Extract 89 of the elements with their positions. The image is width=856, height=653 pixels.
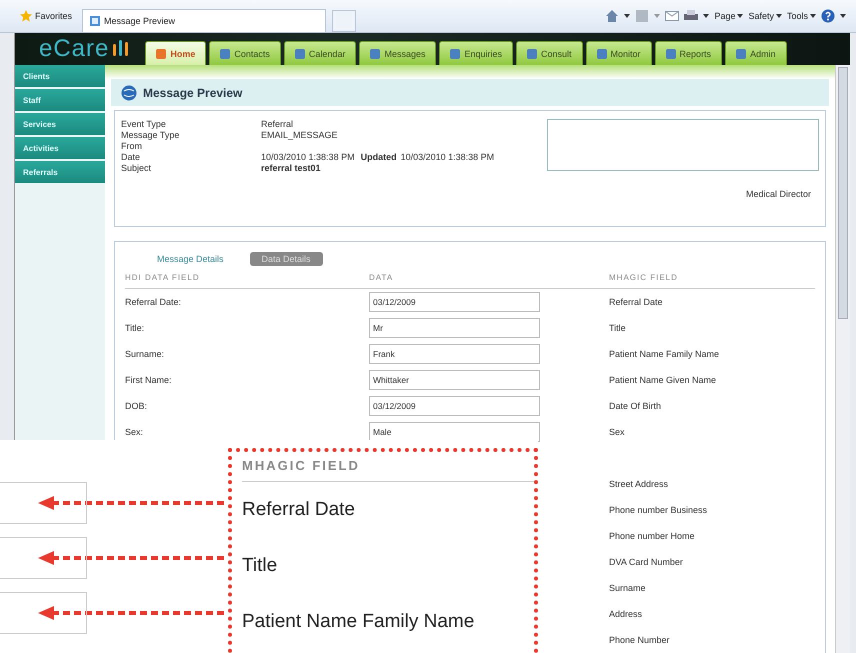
field-value: EMAIL_MESSAGE [261,130,338,142]
table-cell-text: Patient Name Family Name [609,349,720,359]
table-cell-text: Sex [609,427,626,437]
home-icon[interactable] [605,9,620,23]
input-field[interactable]: 03/12/2009 [369,292,540,312]
table-cell-text: Surname [609,583,647,593]
menu-button[interactable]: Safety [748,11,782,21]
field-label: Date [121,152,142,164]
square-icon [596,48,607,58]
help-icon[interactable] [821,9,835,23]
input-field[interactable]: Frank [369,344,540,364]
square-icon [370,48,380,58]
caret-icon [810,14,816,18]
sidebar-item[interactable]: Staff [15,89,105,111]
field-value: 10/03/2010 1:38:38 PM [261,152,355,164]
table-cell-text: Phone number Home [609,531,696,541]
input-field[interactable]: Whittaker [369,370,540,390]
input-field[interactable]: Mr [369,318,540,338]
field-label: Event Type [121,119,167,130]
mail-icon[interactable] [665,11,680,21]
menu-button[interactable]: Tools [786,11,816,21]
nav-tab[interactable]: Messages [359,41,436,65]
table-cell-text: DOB: [125,401,148,411]
caret-icon[interactable] [624,14,630,18]
column-header: HDI DATA FIELD [125,272,201,282]
table-cell-text: Phone number Business [609,505,708,515]
nav-tab[interactable]: Monitor [586,41,652,65]
nav-tab[interactable]: Contacts [209,41,281,65]
nav-tab[interactable]: Calendar [284,41,356,65]
text-area[interactable] [547,119,819,172]
logo: eCare [39,35,110,63]
nav-tab[interactable]: Reports [654,41,722,65]
globe-icon [121,84,137,101]
caret-icon [737,14,744,18]
scrollbar[interactable] [835,65,850,653]
square-icon [666,48,676,58]
caret-icon [776,14,782,18]
table-cell-text: Date Of Birth [609,401,662,411]
star-icon [20,10,32,22]
nav-tab[interactable]: Consult [516,41,583,65]
sidebar-item[interactable]: Services [15,113,105,135]
field-value: 10/03/2010 1:38:38 PM [400,152,494,164]
square-icon [156,48,166,58]
nav-tab[interactable]: Admin [725,41,787,65]
browser-tab[interactable]: Message Preview [82,9,326,32]
sidebar-item[interactable]: Referrals [15,161,105,183]
square-icon [450,48,460,58]
signature: Medical Director [746,189,811,200]
sidebar-item[interactable]: Activities [15,137,105,159]
field-value: referral test01 [261,163,321,174]
table-cell-text: Referral Date [609,297,664,307]
menu-button[interactable]: Page [714,11,744,21]
field-value: Referral [261,119,294,130]
input-field[interactable]: 03/12/2009 [369,396,540,416]
table-cell-text: Patient Name Family Name [242,610,476,634]
table-cell-text: Title [242,554,278,578]
table-cell-text: DVA Card Number [609,557,684,567]
table-cell-text: Referral Date: [125,297,182,307]
favorites-button[interactable]: Favorites [16,8,76,24]
square-icon [527,48,538,58]
table-cell-text: Surname: [125,349,166,359]
square-icon [294,48,305,58]
field-label: From [121,141,143,152]
sidebar-item[interactable]: Clients [15,65,105,87]
column-header: DATA [369,272,394,282]
table-cell-text: Title: [125,323,146,333]
table-cell-text: Patient Name Given Name [609,375,718,385]
table-cell-text: Referral Date [242,498,356,522]
printer-icon[interactable] [684,10,698,22]
table-cell-text: Sex: [125,427,144,437]
page-icon [89,15,102,27]
table-cell-text: First Name: [125,375,173,385]
caret-icon[interactable] [703,14,710,18]
table-cell-text: Address [609,609,644,619]
page-title: Message Preview [143,86,242,100]
square-icon [220,48,230,58]
field-label: Subject [121,163,152,174]
column-header: MHAGIC FIELD [609,272,679,282]
column-header: MHAGIC FIELD [242,458,534,482]
nav-tab[interactable]: Enquiries [439,41,514,65]
field-label: Message Type [121,130,180,142]
caret-icon[interactable] [840,14,846,18]
table-cell-text: Street Address [609,479,670,489]
nav-tab[interactable]: Home [145,41,206,65]
tab[interactable]: Message Details [145,252,236,266]
field-label: Updated [360,152,397,164]
table-cell-text: Title [609,323,627,333]
square-icon [736,48,746,58]
table-cell-text: Phone Number [609,635,671,645]
